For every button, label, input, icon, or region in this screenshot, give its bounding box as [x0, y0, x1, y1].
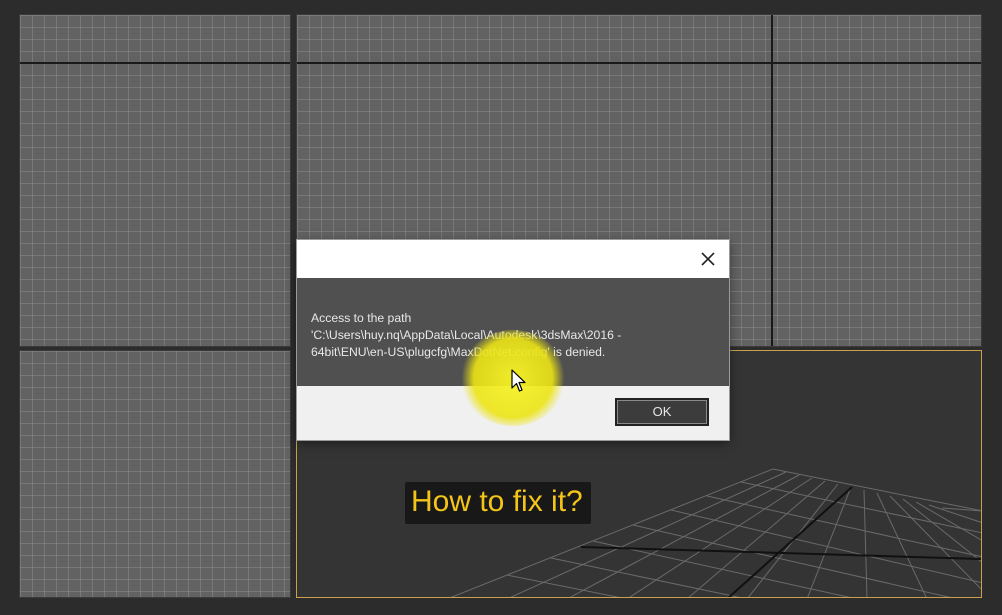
error-message: Access to the path 'C:\Users\huy.nq\AppD… [311, 310, 721, 361]
screen: How to fix it? Access to the path 'C:\Us… [0, 0, 1002, 615]
message-line: 64bit\ENU\en-US\plugcfg\MaxDotNet.config… [311, 345, 606, 359]
video-caption: How to fix it? [405, 482, 591, 524]
message-line: 'C:\Users\huy.nq\AppData\Local\Autodesk\… [311, 328, 622, 342]
viewport-bottom-left[interactable] [19, 350, 291, 598]
grid-axis-horizontal [20, 62, 290, 64]
viewport-top-left[interactable] [19, 14, 291, 347]
close-button[interactable] [695, 246, 721, 272]
error-dialog: Access to the path 'C:\Users\huy.nq\AppD… [297, 240, 729, 440]
dialog-body: Access to the path 'C:\Users\huy.nq\AppD… [297, 278, 729, 386]
message-line: Access to the path [311, 311, 412, 325]
dialog-titlebar[interactable] [297, 240, 729, 278]
grid-axis-vertical [771, 15, 773, 346]
ok-button[interactable]: OK [615, 398, 709, 426]
close-icon [701, 252, 715, 266]
dialog-footer: OK [297, 386, 729, 440]
grid-axis-horizontal [297, 62, 981, 64]
